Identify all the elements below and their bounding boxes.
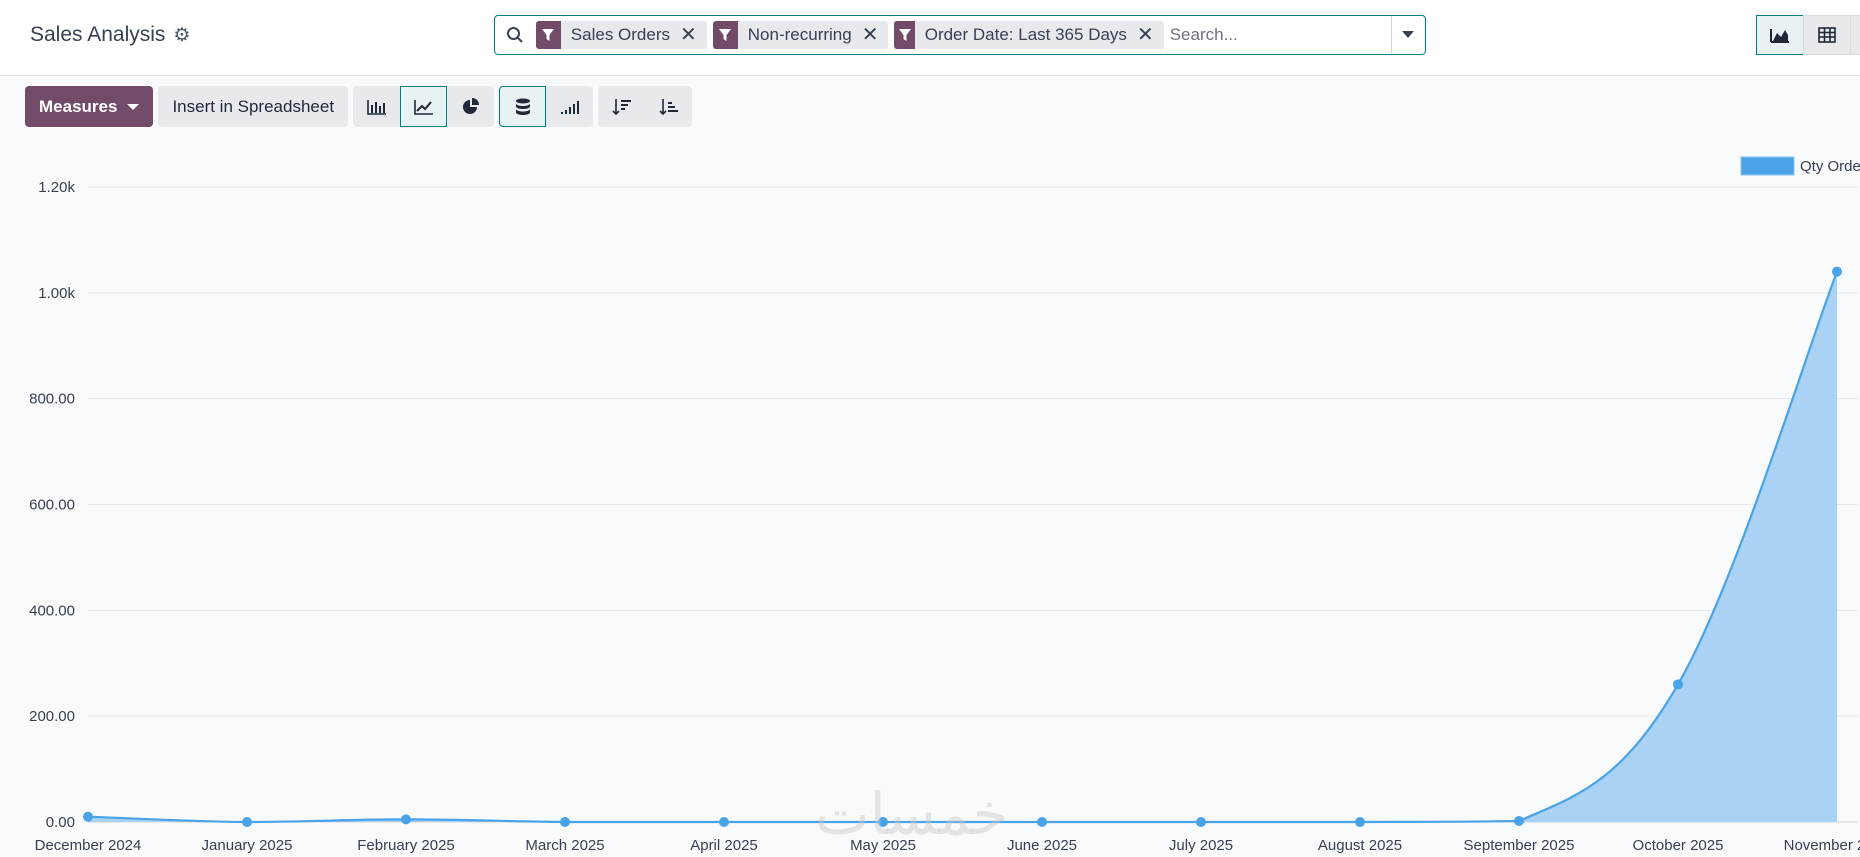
facet-label: Order Date: Last 365 Days [924,25,1127,44]
area-chart-icon [1770,29,1789,43]
graph-toolbar: Measures Insert in Spreadsheet [25,86,693,127]
data-point [719,817,729,827]
search-bar: Sales Orders ✕ Non-recurring ✕ Order Dat… [494,15,1426,55]
data-point [560,817,570,827]
y-tick-label: 1.00k [38,285,75,302]
x-tick-label: January 2025 [202,837,293,854]
caret-down-icon [127,103,140,110]
filter-icon [535,21,561,49]
table-icon [1818,27,1836,43]
data-point [401,814,411,825]
data-point [1355,817,1365,827]
gear-icon[interactable]: ⚙ [173,26,190,45]
page-title-container: Sales Analysis ⚙ [30,23,190,47]
cumulative-toggle-button[interactable] [546,86,594,127]
signal-icon [560,100,579,114]
measures-dropdown-button[interactable]: Measures [25,86,154,127]
facet-label: Sales Orders [570,25,670,44]
chart-type-group [353,86,495,127]
page-title: Sales Analysis [30,23,166,46]
search-icon[interactable] [501,26,530,44]
line-chart-icon [413,99,433,115]
stacked-toggle-button[interactable] [499,86,547,127]
data-point [1037,817,1047,827]
filter-icon [712,21,738,49]
close-icon[interactable]: ✕ [680,25,707,45]
bar-chart-icon [366,99,386,115]
sort-ascending-button[interactable] [645,86,693,127]
data-point [83,811,93,822]
data-point [1196,817,1206,827]
caret-down-icon [1402,31,1415,38]
y-tick-label: 800.00 [29,391,75,408]
close-icon[interactable]: ✕ [862,25,889,45]
measures-label: Measures [39,96,118,116]
x-tick-label: August 2025 [1318,837,1402,854]
pie-chart-icon [462,97,479,114]
x-tick-label: September 2025 [1464,837,1575,854]
y-tick-label: 600.00 [29,497,75,514]
pivot-view-button[interactable] [1803,15,1851,55]
graph-view-button[interactable] [1756,15,1804,55]
sort-descending-button[interactable] [598,86,646,127]
insert-in-spreadsheet-button[interactable]: Insert in Spreadsheet [158,86,349,127]
x-tick-label: February 2025 [357,837,455,854]
watermark-logo: خمسات [815,780,1009,848]
database-icon [515,98,530,115]
facet-label: Non-recurring [747,25,852,44]
control-panel-header: Sales Analysis ⚙ Sales Orders ✕ Non-recu… [0,0,1860,76]
x-tick-label: June 2025 [1007,837,1077,854]
sort-descending-icon [611,98,631,115]
view-switcher [1756,15,1860,55]
y-tick-label: 1.20k [38,179,75,196]
x-tick-label: October 2025 [1633,837,1724,854]
series-area [88,271,1837,823]
filter-icon [894,21,915,49]
search-facet-non-recurring: Non-recurring ✕ [712,21,889,49]
y-tick-label: 0.00 [46,814,75,831]
bar-chart-button[interactable] [353,86,401,127]
sales-chart: 0.00 200.00 400.00 600.00 800.00 1.00k 1.20k De… [29,156,1860,854]
x-tick-label: December 2024 [35,837,142,854]
y-tick-label: 200.00 [29,708,75,725]
x-tick-label: April 2025 [690,837,758,854]
x-tick-label: November 2025 [1784,837,1860,854]
search-facet-order-date: Order Date: Last 365 Days ✕ [894,21,1164,49]
x-tick-label: March 2025 [525,837,604,854]
legend-swatch [1740,156,1795,176]
list-view-button[interactable] [1850,15,1860,55]
search-options-toggle[interactable] [1390,16,1425,54]
y-tick-label: 400.00 [29,602,75,619]
search-input[interactable] [1169,25,1391,45]
close-icon[interactable]: ✕ [1137,25,1164,45]
pie-chart-button[interactable] [447,86,495,127]
data-point [1514,815,1524,826]
data-point [1673,679,1683,690]
search-facet-sales-orders: Sales Orders ✕ [535,21,707,49]
series-line [87,271,1839,824]
sort-group [598,86,693,127]
data-point [242,817,252,827]
line-chart-button[interactable] [400,86,448,127]
legend-label: Qty Ordered [1800,158,1860,175]
x-tick-label: July 2025 [1169,837,1233,854]
sort-ascending-icon [658,98,678,115]
data-point [1832,266,1842,277]
mode-group [499,86,594,127]
